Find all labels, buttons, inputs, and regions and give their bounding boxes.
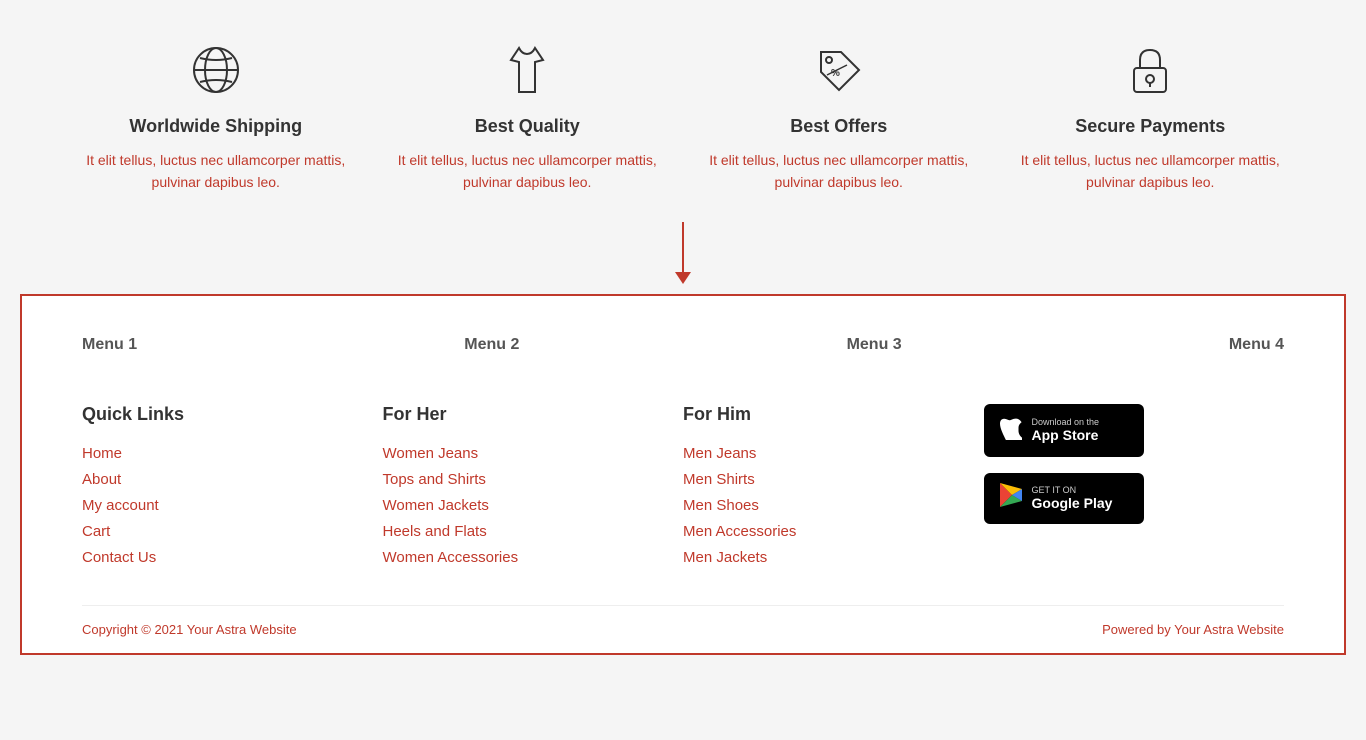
tag-icon: % — [809, 40, 869, 100]
home-link[interactable]: Home — [82, 445, 122, 462]
feature-best-offers: % Best Offers It elit tellus, luctus nec… — [699, 40, 979, 194]
features-section: Worldwide Shipping It elit tellus, luctu… — [0, 0, 1366, 224]
men-shoes-link[interactable]: Men Shoes — [683, 497, 759, 514]
menu-1-label: Menu 1 — [82, 336, 137, 354]
list-item: Women Jeans — [383, 445, 684, 463]
arrow-line — [682, 222, 684, 272]
google-play-button[interactable]: GET IT ON Google Play — [984, 473, 1144, 524]
app-buttons-container: Download on the App Store — [984, 404, 1285, 524]
worldwide-shipping-desc: It elit tellus, luctus nec ullamcorper m… — [76, 149, 356, 194]
arrow-head — [675, 272, 691, 284]
list-item: Men Jackets — [683, 549, 984, 567]
menu-2-label: Menu 2 — [464, 336, 519, 354]
best-quality-title: Best Quality — [387, 116, 667, 137]
men-accessories-link[interactable]: Men Accessories — [683, 523, 796, 540]
best-offers-title: Best Offers — [699, 116, 979, 137]
quick-links-list: Home About My account Cart Contact Us — [82, 445, 383, 567]
lock-icon — [1120, 40, 1180, 100]
about-link[interactable]: About — [82, 471, 121, 488]
app-buttons-col: Download on the App Store — [984, 404, 1285, 575]
arrow-indicator — [675, 222, 691, 284]
google-play-small: GET IT ON — [1032, 485, 1113, 495]
apple-icon — [1000, 414, 1022, 447]
for-him-title: For Him — [683, 404, 984, 425]
secure-payments-desc: It elit tellus, luctus nec ullamcorper m… — [1010, 149, 1290, 194]
for-her-title: For Her — [383, 404, 684, 425]
globe-icon — [186, 40, 246, 100]
for-her-list: Women Jeans Tops and Shirts Women Jacket… — [383, 445, 684, 567]
list-item: Men Accessories — [683, 523, 984, 541]
list-item: Men Shirts — [683, 471, 984, 489]
list-item: Women Accessories — [383, 549, 684, 567]
menu-3-label: Menu 3 — [847, 336, 902, 354]
google-play-large: Google Play — [1032, 495, 1113, 511]
footer-menus-row: Menu 1 Menu 2 Menu 3 Menu 4 — [82, 336, 1284, 374]
myaccount-link[interactable]: My account — [82, 497, 159, 514]
men-jeans-link[interactable]: Men Jeans — [683, 445, 756, 462]
list-item: Heels and Flats — [383, 523, 684, 541]
footer-columns: Quick Links Home About My account Cart C… — [82, 404, 1284, 605]
copyright-text: Copyright © 2021 Your Astra Website — [82, 622, 297, 637]
dress-icon — [497, 40, 557, 100]
list-item: Men Shoes — [683, 497, 984, 515]
heels-flats-link[interactable]: Heels and Flats — [383, 523, 487, 540]
list-item: Tops and Shirts — [383, 471, 684, 489]
footer-section: Menu 1 Menu 2 Menu 3 Menu 4 Quick Links … — [20, 294, 1346, 655]
contact-link[interactable]: Contact Us — [82, 549, 156, 566]
best-quality-desc: It elit tellus, luctus nec ullamcorper m… — [387, 149, 667, 194]
for-him-col: For Him Men Jeans Men Shirts Men Shoes M… — [683, 404, 984, 575]
tops-shirts-link[interactable]: Tops and Shirts — [383, 471, 486, 488]
list-item: Cart — [82, 523, 383, 541]
quick-links-col: Quick Links Home About My account Cart C… — [82, 404, 383, 575]
quick-links-title: Quick Links — [82, 404, 383, 425]
worldwide-shipping-title: Worldwide Shipping — [76, 116, 356, 137]
menu-4-label: Menu 4 — [1229, 336, 1284, 354]
svg-text:%: % — [831, 68, 840, 79]
powered-text: Powered by Your Astra Website — [1102, 622, 1284, 637]
feature-best-quality: Best Quality It elit tellus, luctus nec … — [387, 40, 667, 194]
google-play-icon — [1000, 483, 1022, 514]
cart-link[interactable]: Cart — [82, 523, 110, 540]
men-jackets-link[interactable]: Men Jackets — [683, 549, 767, 566]
list-item: My account — [82, 497, 383, 515]
app-store-text: Download on the App Store — [1032, 417, 1100, 443]
women-jeans-link[interactable]: Women Jeans — [383, 445, 479, 462]
app-store-large: App Store — [1032, 427, 1100, 443]
for-him-list: Men Jeans Men Shirts Men Shoes Men Acces… — [683, 445, 984, 567]
list-item: Men Jeans — [683, 445, 984, 463]
secure-payments-title: Secure Payments — [1010, 116, 1290, 137]
list-item: Women Jackets — [383, 497, 684, 515]
list-item: Home — [82, 445, 383, 463]
women-accessories-link[interactable]: Women Accessories — [383, 549, 519, 566]
women-jackets-link[interactable]: Women Jackets — [383, 497, 489, 514]
app-store-button[interactable]: Download on the App Store — [984, 404, 1144, 457]
google-play-text: GET IT ON Google Play — [1032, 485, 1113, 511]
feature-secure-payments: Secure Payments It elit tellus, luctus n… — [1010, 40, 1290, 194]
footer-bottom: Copyright © 2021 Your Astra Website Powe… — [82, 605, 1284, 653]
app-store-small: Download on the — [1032, 417, 1100, 427]
men-shirts-link[interactable]: Men Shirts — [683, 471, 755, 488]
best-offers-desc: It elit tellus, luctus nec ullamcorper m… — [699, 149, 979, 194]
feature-worldwide-shipping: Worldwide Shipping It elit tellus, luctu… — [76, 40, 356, 194]
list-item: About — [82, 471, 383, 489]
for-her-col: For Her Women Jeans Tops and Shirts Wome… — [383, 404, 684, 575]
list-item: Contact Us — [82, 549, 383, 567]
